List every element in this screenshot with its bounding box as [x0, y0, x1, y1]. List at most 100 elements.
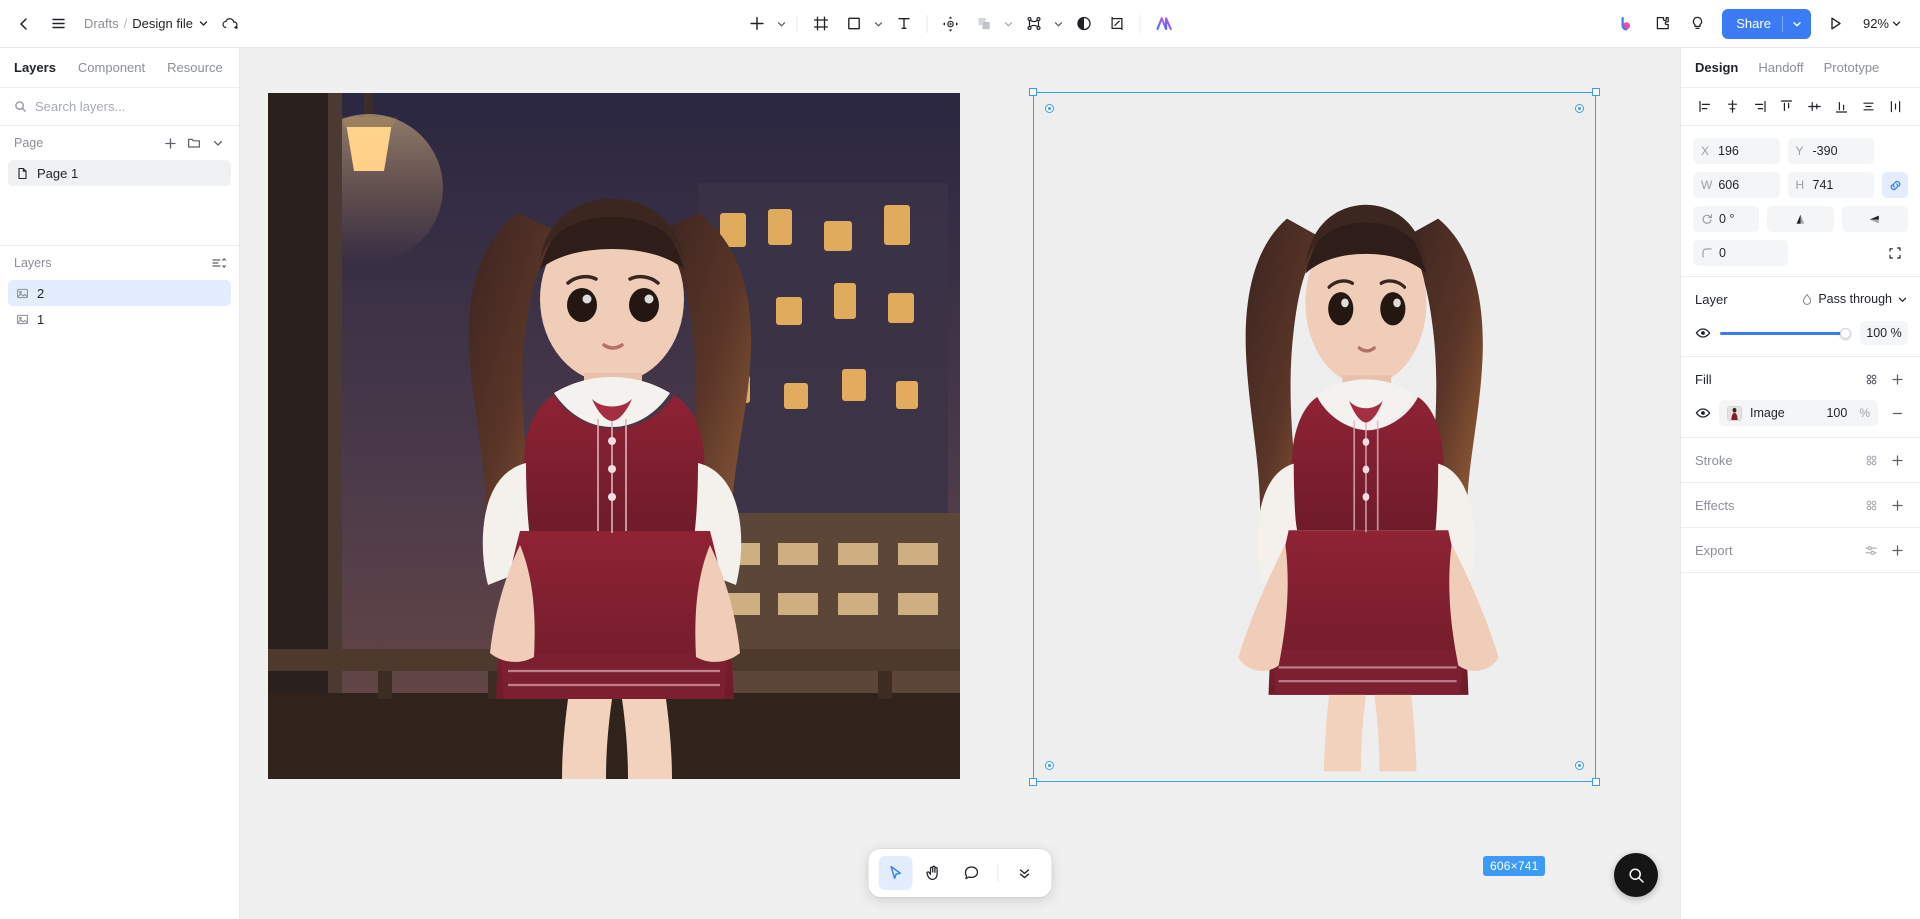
- flip-horizontal-button[interactable]: [1841, 206, 1908, 232]
- pages-collapse-chevron-down-icon[interactable]: [207, 132, 229, 154]
- pages-section-actions: [159, 132, 229, 154]
- slider-knob[interactable]: [1840, 327, 1851, 339]
- page-list-item-page-1[interactable]: Page 1: [8, 160, 231, 186]
- tab-handoff[interactable]: Handoff: [1758, 60, 1803, 75]
- flip-vertical-button[interactable]: [1767, 206, 1834, 232]
- opacity-value[interactable]: 100 %: [1860, 321, 1908, 345]
- x-position-field[interactable]: X 196: [1693, 138, 1780, 164]
- fill-add-plus-icon[interactable]: [1886, 368, 1908, 390]
- zoom-search-button[interactable]: [1614, 853, 1658, 897]
- add-page-plus-icon[interactable]: [159, 132, 181, 154]
- corner-radius-row: 0: [1693, 240, 1908, 266]
- y-label: Y: [1795, 144, 1804, 158]
- w-value: 606: [1718, 178, 1740, 192]
- artboard-image-2[interactable]: [1037, 95, 1594, 779]
- resize-handle-bottom-left[interactable]: [1029, 778, 1037, 786]
- comment-tool[interactable]: [955, 856, 989, 890]
- breadcrumb-workspace[interactable]: Drafts: [84, 16, 119, 31]
- corner-radius-field[interactable]: 0: [1693, 240, 1788, 266]
- fill-remove-minus-icon[interactable]: [1886, 402, 1908, 424]
- fill-image-chip[interactable]: Image 100 %: [1719, 400, 1878, 426]
- share-chevron-down-icon[interactable]: [1783, 19, 1811, 29]
- page-file-icon: [16, 167, 29, 180]
- zoom-chevron-down-icon[interactable]: [1891, 18, 1902, 29]
- shape-tool-chevron-down-icon[interactable]: [871, 9, 887, 39]
- stroke-add-plus-icon[interactable]: [1886, 449, 1908, 471]
- zoom-control[interactable]: 92%: [1855, 16, 1906, 31]
- pages-section-header: Page: [0, 126, 239, 160]
- breadcrumb-separator: /: [123, 16, 128, 31]
- layer-options-icon[interactable]: [207, 252, 229, 274]
- align-top-icon[interactable]: [1777, 96, 1797, 118]
- design-canvas[interactable]: 606×741: [240, 48, 1680, 919]
- opacity-slider[interactable]: [1720, 326, 1851, 340]
- fill-visibility-eye-icon[interactable]: [1695, 406, 1711, 420]
- cloud-saved-icon[interactable]: [221, 17, 239, 31]
- text-tool[interactable]: [888, 8, 920, 40]
- opacity-row: 100 %: [1695, 321, 1908, 345]
- frame-tool[interactable]: [805, 8, 837, 40]
- fill-styles-grid-icon[interactable]: [1860, 368, 1882, 390]
- layer-list-item-2[interactable]: 2: [8, 280, 231, 306]
- present-button[interactable]: [1820, 8, 1852, 40]
- distribute-horizontal-icon[interactable]: [1886, 96, 1906, 118]
- tab-prototype[interactable]: Prototype: [1824, 60, 1880, 75]
- search-input[interactable]: [35, 99, 225, 114]
- tab-design[interactable]: Design: [1695, 60, 1738, 75]
- export-add-plus-icon[interactable]: [1886, 539, 1908, 561]
- ai-tool[interactable]: [1148, 8, 1180, 40]
- artboard-image-1[interactable]: [268, 93, 960, 779]
- size-row: W 606 H 741: [1693, 172, 1908, 198]
- hand-tool[interactable]: [917, 856, 951, 890]
- tab-layers[interactable]: Layers: [14, 49, 56, 87]
- layer-list-item-1[interactable]: 1: [8, 306, 231, 332]
- add-tool-chevron-down-icon[interactable]: [774, 9, 790, 39]
- export-settings-sliders-icon[interactable]: [1860, 539, 1882, 561]
- select-tool[interactable]: [878, 856, 913, 890]
- add-tool[interactable]: [741, 8, 773, 40]
- align-left-icon[interactable]: [1695, 96, 1715, 118]
- stroke-styles-grid-icon[interactable]: [1860, 449, 1882, 471]
- tab-component[interactable]: Component: [78, 49, 145, 87]
- mask-tool[interactable]: [1068, 8, 1100, 40]
- lightbulb-icon[interactable]: [1681, 8, 1713, 40]
- eye-icon[interactable]: [1695, 326, 1711, 340]
- puzzle-piece-icon[interactable]: [1646, 8, 1678, 40]
- boolean-tool[interactable]: [968, 8, 1000, 40]
- slice-tool[interactable]: [1101, 8, 1133, 40]
- link-constrain-icon[interactable]: [1882, 172, 1908, 198]
- resize-handle-top-left[interactable]: [1029, 88, 1037, 96]
- align-right-icon[interactable]: [1750, 96, 1770, 118]
- share-button-label: Share: [1736, 16, 1771, 31]
- breadcrumb-chevron-down-icon[interactable]: [198, 18, 209, 29]
- independent-corners-icon[interactable]: [1882, 240, 1908, 266]
- width-field[interactable]: W 606: [1693, 172, 1780, 198]
- resize-handle-bottom-right[interactable]: [1592, 778, 1600, 786]
- boolean-tool-chevron-down-icon[interactable]: [1001, 9, 1017, 39]
- main-menu-button[interactable]: [42, 8, 74, 40]
- b-logo-icon[interactable]: [1611, 8, 1643, 40]
- shape-tool[interactable]: [838, 8, 870, 40]
- tab-resource[interactable]: Resource: [167, 49, 223, 87]
- new-folder-icon[interactable]: [183, 132, 205, 154]
- align-bottom-icon[interactable]: [1831, 96, 1851, 118]
- blend-mode-chevron-down-icon[interactable]: [1897, 294, 1908, 305]
- distribute-vertical-icon[interactable]: [1859, 96, 1879, 118]
- pen-tool-chevron-down-icon[interactable]: [1051, 9, 1067, 39]
- breadcrumb-filename[interactable]: Design file: [132, 16, 193, 31]
- stroke-section-title: Stroke: [1695, 452, 1733, 468]
- y-position-field[interactable]: Y -390: [1787, 138, 1874, 164]
- move-tool[interactable]: [935, 8, 967, 40]
- height-field[interactable]: H 741: [1787, 172, 1874, 198]
- blend-mode-selector[interactable]: Pass through: [1801, 292, 1908, 306]
- back-button[interactable]: [8, 8, 40, 40]
- fill-opacity-value[interactable]: 100: [1826, 406, 1847, 420]
- more-tools-button[interactable]: [1008, 856, 1042, 890]
- effects-styles-grid-icon[interactable]: [1860, 494, 1882, 516]
- align-vertical-center-icon[interactable]: [1804, 96, 1824, 118]
- effects-add-plus-icon[interactable]: [1886, 494, 1908, 516]
- share-button[interactable]: Share: [1722, 8, 1811, 39]
- align-horizontal-center-icon[interactable]: [1722, 96, 1742, 118]
- pen-tool[interactable]: [1018, 8, 1050, 40]
- rotation-field[interactable]: 0 °: [1693, 206, 1760, 232]
